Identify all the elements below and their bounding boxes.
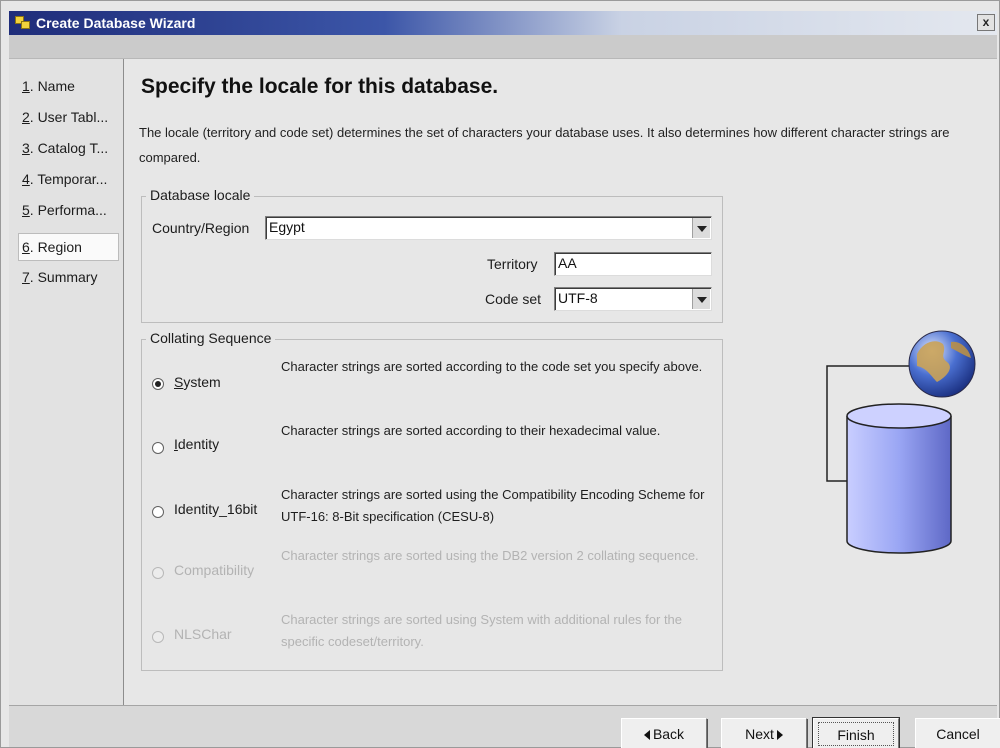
nav-item-region[interactable]: 6. Region: [18, 233, 119, 261]
nlschar-radio-label: NLSChar: [174, 626, 232, 642]
page-description: The locale (territory and code set) dete…: [139, 125, 950, 165]
chevron-down-icon[interactable]: [692, 289, 710, 309]
territory-label: Territory: [487, 256, 538, 272]
arrow-right-icon: [776, 730, 783, 740]
title-bar[interactable]: Create Database Wizard x: [9, 11, 997, 35]
collating-option-identity-16bit[interactable]: Identity_16bit Character strings are sor…: [149, 481, 717, 541]
compatibility-description: Character strings are sorted using the D…: [281, 548, 699, 563]
nav-item-user-tables[interactable]: 2. User Tabl...: [19, 104, 120, 132]
compatibility-radio-label: Compatibility: [174, 562, 255, 578]
code-set-label: Code set: [485, 291, 542, 307]
wizard-window: Create Database Wizard x 1. Name 2. User…: [0, 0, 1000, 748]
code-set-dropdown[interactable]: UTF-8: [554, 287, 712, 311]
header-strip: [9, 35, 997, 59]
database-illustration: [826, 330, 976, 554]
wizard-steps-nav: 1. Name 2. User Tabl... 3. Catalog T... …: [9, 59, 124, 705]
collating-option-nlschar: NLSChar Character strings are sorted usi…: [149, 606, 717, 666]
compatibility-radio: [152, 567, 164, 579]
identity-16bit-radio[interactable]: [152, 506, 164, 518]
finish-button[interactable]: Finish: [812, 717, 900, 748]
nav-item-summary[interactable]: 7. Summary: [19, 264, 120, 292]
nav-item-performance[interactable]: 5. Performa...: [19, 197, 120, 225]
nlschar-description: Character strings are sorted using Syste…: [281, 612, 683, 649]
arrow-left-icon: [643, 730, 650, 740]
identity-description: Character strings are sorted according t…: [281, 423, 661, 438]
page-title: Specify the locale for this database.: [141, 75, 499, 98]
system-radio-label: System: [174, 374, 221, 390]
territory-input[interactable]: AA: [554, 252, 712, 276]
cancel-button[interactable]: Cancel: [915, 718, 1000, 748]
back-button[interactable]: Back: [621, 718, 707, 748]
identity-16bit-description: Character strings are sorted using the C…: [281, 487, 705, 524]
close-button[interactable]: x: [977, 14, 995, 31]
collating-option-system[interactable]: System Character strings are sorted acco…: [149, 353, 717, 413]
nav-item-name[interactable]: 1. Name: [19, 73, 120, 101]
identity-16bit-radio-label: Identity_16bit: [174, 501, 258, 517]
globe-icon: [908, 330, 976, 398]
country-region-dropdown[interactable]: Egypt: [265, 216, 712, 240]
system-description: Character strings are sorted according t…: [281, 359, 703, 374]
territory-value: AA: [558, 255, 577, 271]
nlschar-radio: [152, 631, 164, 643]
collating-option-compatibility: Compatibility Character strings are sort…: [149, 542, 717, 602]
database-wizard-icon: [15, 16, 31, 30]
database-cylinder-icon: [846, 403, 952, 554]
nav-item-catalog-tables[interactable]: 3. Catalog T...: [19, 135, 120, 163]
code-set-value: UTF-8: [558, 290, 598, 306]
chevron-down-icon[interactable]: [692, 218, 710, 238]
country-region-label: Country/Region: [152, 220, 250, 236]
identity-radio-label: Identity: [174, 436, 220, 452]
window-title: Create Database Wizard: [36, 15, 196, 31]
nav-item-temporary-tables[interactable]: 4. Temporar...: [19, 166, 120, 194]
next-button[interactable]: Next: [721, 718, 807, 748]
button-bar: Back Next Finish Cancel: [9, 705, 1000, 748]
country-region-value: Egypt: [269, 219, 305, 235]
system-radio[interactable]: [152, 378, 164, 390]
collating-option-identity[interactable]: Identity Character strings are sorted ac…: [149, 417, 717, 477]
identity-radio[interactable]: [152, 442, 164, 454]
database-locale-title: Database locale: [146, 187, 255, 203]
collating-sequence-title: Collating Sequence: [146, 330, 276, 346]
